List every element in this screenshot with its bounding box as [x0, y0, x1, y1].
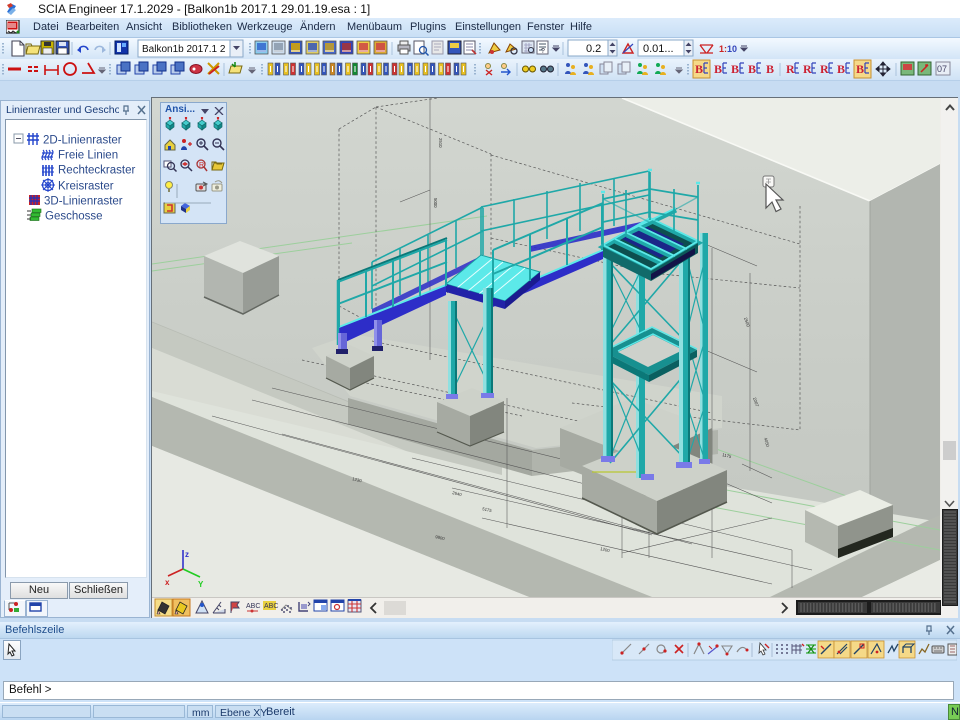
svg-text:x: x — [165, 578, 170, 587]
svg-text:Balkon1b 2017.1 2: Balkon1b 2017.1 2 — [142, 44, 226, 55]
svg-text:B: B — [856, 62, 864, 76]
svg-text:B: B — [766, 62, 774, 76]
svg-text:ABC: ABC — [264, 603, 278, 610]
svg-text:Rechteckraster: Rechteckraster — [58, 165, 136, 177]
svg-text:R: R — [199, 162, 204, 169]
svg-text:B: B — [695, 62, 703, 76]
svg-text:0.01...: 0.01... — [643, 43, 674, 55]
svg-text:Y: Y — [198, 580, 204, 589]
svg-text:B: B — [837, 62, 845, 76]
svg-text:2D-Linienraster: 2D-Linienraster — [43, 135, 122, 147]
svg-text:Kreisraster: Kreisraster — [58, 181, 114, 193]
svg-text:R: R — [820, 62, 829, 76]
svg-text:B: B — [714, 62, 722, 76]
svg-text:1:: 1: — [719, 44, 727, 54]
svg-text:?: ? — [541, 48, 545, 55]
svg-text:Freie Linien: Freie Linien — [58, 150, 118, 162]
svg-text:0.2: 0.2 — [586, 43, 601, 55]
svg-text:Geschosse: Geschosse — [45, 211, 103, 223]
svg-text:3D-Linienraster: 3D-Linienraster — [44, 196, 123, 208]
svg-text:z: z — [185, 550, 189, 559]
svg-text:R: R — [786, 62, 795, 76]
svg-text:B: B — [731, 62, 739, 76]
svg-text:07: 07 — [937, 64, 947, 74]
svg-text:B: B — [748, 62, 756, 76]
svg-text:ABC: ABC — [246, 603, 260, 610]
svg-text:10: 10 — [727, 44, 737, 54]
svg-text:R: R — [803, 62, 812, 76]
